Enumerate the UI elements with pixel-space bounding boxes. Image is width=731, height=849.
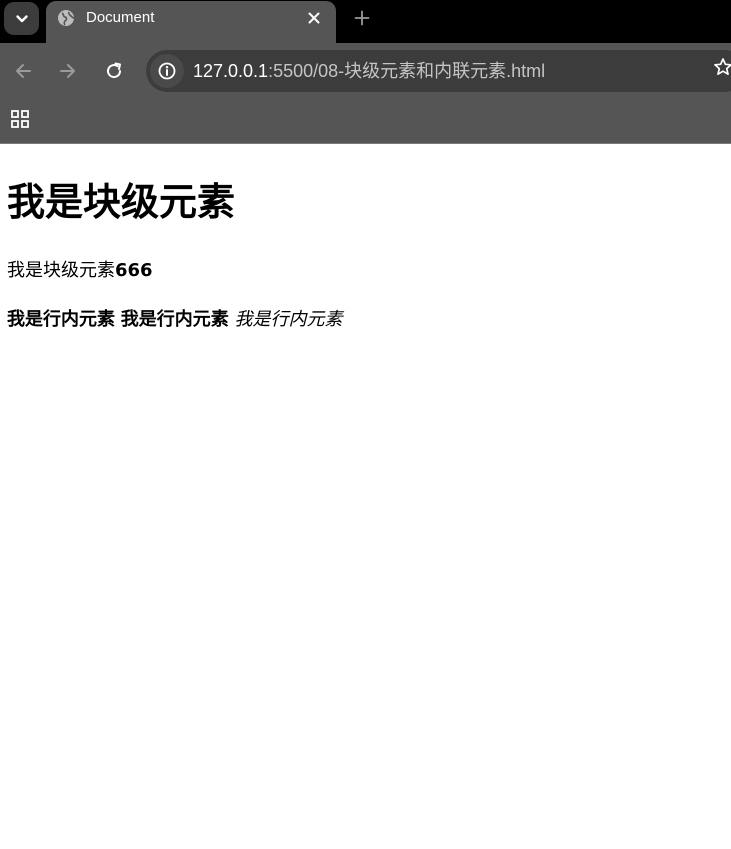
url-path: :5500/08-块级元素和内联元素.html [268, 61, 546, 81]
apps-grid-icon [11, 110, 29, 128]
star-icon [714, 58, 731, 76]
tab-strip: Document [0, 0, 731, 43]
arrow-left-icon [16, 64, 31, 78]
arrow-right-icon [60, 64, 75, 78]
inline-bold-text-1: 我是行内元素 [7, 309, 115, 330]
reload-icon [107, 62, 122, 79]
forward-button[interactable] [55, 58, 81, 84]
url-text[interactable]: 127.0.0.1:5500/08-块级元素和内联元素.html [193, 61, 545, 81]
page-content: 我是块级元素 我是块级元素666 我是行内元素 我是行内元素 我是行内元素 [0, 144, 731, 849]
globe-icon [58, 10, 75, 26]
block-text: 我是块级元素 [7, 260, 115, 281]
inline-italic-text: 我是行内元素 [234, 309, 343, 330]
block-bold-text: 666 [115, 260, 153, 281]
reload-button[interactable] [101, 58, 127, 84]
back-button[interactable] [10, 58, 36, 84]
plus-icon [354, 10, 370, 26]
bookmarks-bar [0, 99, 731, 143]
tab-title: Document [86, 9, 155, 26]
toolbar: 127.0.0.1:5500/08-块级元素和内联元素.html [0, 43, 731, 99]
close-tab-button[interactable] [304, 8, 324, 28]
site-info-button[interactable] [150, 54, 184, 88]
inline-paragraph: 我是行内元素 我是行内元素 我是行内元素 [7, 309, 342, 331]
address-bar[interactable]: 127.0.0.1:5500/08-块级元素和内联元素.html [146, 50, 731, 92]
url-host: 127.0.0.1 [193, 61, 269, 81]
close-icon [308, 12, 320, 24]
chevron-down-icon [15, 14, 28, 22]
browser-window: Document 127.0.0.1:5500/08-块级元素和内联元素.htm… [0, 0, 731, 849]
tab-document[interactable]: Document [46, 1, 336, 43]
bookmark-button[interactable] [712, 56, 731, 78]
info-icon [158, 62, 176, 80]
new-tab-button[interactable] [350, 6, 374, 30]
inline-bold-text-2: 我是行内元素 [120, 309, 229, 330]
page-heading: 我是块级元素 [7, 180, 236, 224]
block-paragraph: 我是块级元素666 [7, 260, 153, 282]
tab-search-button[interactable] [4, 2, 39, 35]
apps-button[interactable] [9, 108, 31, 130]
